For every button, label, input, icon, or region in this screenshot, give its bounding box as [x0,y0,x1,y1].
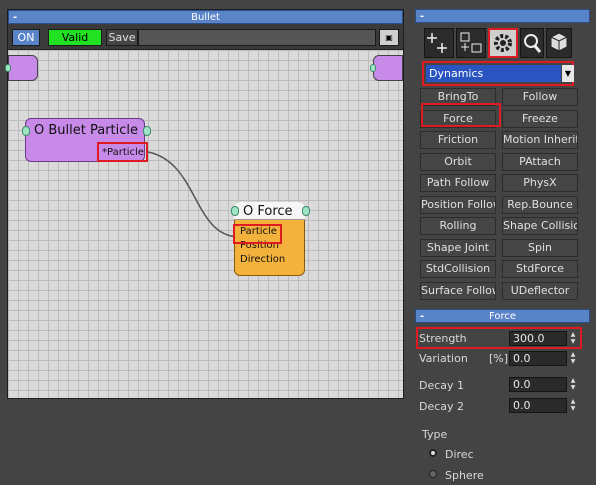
operator-button-udeflector[interactable]: UDeflector [502,281,578,300]
operator-button-spin[interactable]: Spin [502,238,578,257]
decay2-label: Decay 2 [419,400,465,413]
highlight-box-force [421,103,501,127]
chevron-down-icon[interactable]: ▼ [562,65,574,82]
radio-direction[interactable] [429,449,437,457]
force-output-port[interactable] [302,206,310,216]
options-icon[interactable]: ▣ [379,29,399,46]
strength-spinner-arrows[interactable]: ▲ ▼ [568,331,578,346]
operator-button-path-follow[interactable]: Path Follow [420,174,496,192]
node-input-port[interactable] [22,126,30,136]
operator-button-follow[interactable]: Follow [502,88,578,106]
operator-button-stdcollision[interactable]: StdCollision [420,260,496,278]
operator-button-freeze[interactable]: Freeze [502,109,578,128]
node-canvas[interactable]: O Bullet Particle *Particle O Force Part… [5,49,403,398]
decay2-spinner-arrows[interactable]: ▲ ▼ [568,398,578,413]
search-icon[interactable] [520,28,544,58]
force-input-port[interactable] [231,206,239,216]
force-rollout-title: Force [488,311,517,322]
force-input-direction[interactable]: Direction [240,254,285,265]
radio-sphere-label[interactable]: Sphere [445,469,484,482]
variation-spinner-arrows[interactable]: ▲ ▼ [568,351,578,366]
category-dropdown[interactable]: Dynamics ▼ [422,61,574,86]
variation-spinner[interactable]: 0.0 [509,351,567,366]
connection-wire [147,151,239,238]
dropdown-selected: Dynamics [426,65,561,82]
operator-button-surface-follow[interactable]: Surface Follow [420,281,496,300]
collapse-minus[interactable]: - [13,11,17,25]
decay1-spinner-arrows[interactable]: ▲ ▼ [568,377,578,392]
operator-button-rep-bounce[interactable]: Rep.Bounce [502,195,578,214]
editor-toolbar: ON Valid Save ▣ [8,25,403,49]
variation-label: Variation [419,352,468,365]
cube-icon[interactable] [546,28,572,58]
command-panel: - Dynamics ▼ BringTo Follow Force Freeze Fri… [415,9,590,485]
node-output-port[interactable] [143,126,151,136]
name-field[interactable] [138,29,376,46]
operator-button-stdforce[interactable]: StdForce [502,260,578,278]
node-title: O Bullet Particle [34,123,139,138]
highlight-box-input [233,224,282,244]
operator-button-position-follow[interactable]: Position Follow [420,195,496,214]
strength-spinner[interactable]: 300.0 [509,331,567,346]
operator-button-physx[interactable]: PhysX [502,174,578,192]
decay2-spinner[interactable]: 0.0 [509,398,567,413]
decay1-spinner[interactable]: 0.0 [509,377,567,392]
valid-button[interactable]: Valid [48,29,102,46]
force-rollout-minus[interactable]: - [420,310,424,324]
modify-icon[interactable] [456,28,486,58]
right-titlebar[interactable]: - [415,9,590,23]
operator-button-pattach[interactable]: PAttach [502,152,578,171]
operator-button-rolling[interactable]: Rolling [420,217,496,235]
decay1-label: Decay 1 [419,379,465,392]
save-button[interactable]: Save [106,29,138,46]
operator-button-shape-collision[interactable]: Shape Collision [502,217,578,235]
force-rollout-titlebar[interactable]: - Force [415,309,590,323]
operator-button-orbit[interactable]: Orbit [420,152,496,171]
strength-label: Strength [419,332,467,345]
on-button[interactable]: ON [12,29,40,46]
panel-title: Bullet [191,12,220,23]
panel-titlebar[interactable]: - Bullet [8,10,403,24]
force-node-title: O Force [243,204,293,219]
node-editor-panel: - Bullet ON Valid Save ▣ O Bullet Partic… [5,9,404,399]
operator-button-motion-inherit[interactable]: Motion Inherit. [502,131,578,149]
type-label: Type [422,428,448,441]
radio-direction-label[interactable]: Direc [445,448,474,461]
operator-button-friction[interactable]: Friction [420,131,496,149]
highlight-box-output [97,142,148,162]
gear-icon[interactable] [488,28,518,58]
right-collapse-minus[interactable]: - [420,10,424,24]
create-icon[interactable] [424,28,454,58]
operator-button-shape-joint[interactable]: Shape Joint [420,238,496,257]
variation-unit: [%] [489,352,509,365]
radio-sphere[interactable] [429,470,437,478]
